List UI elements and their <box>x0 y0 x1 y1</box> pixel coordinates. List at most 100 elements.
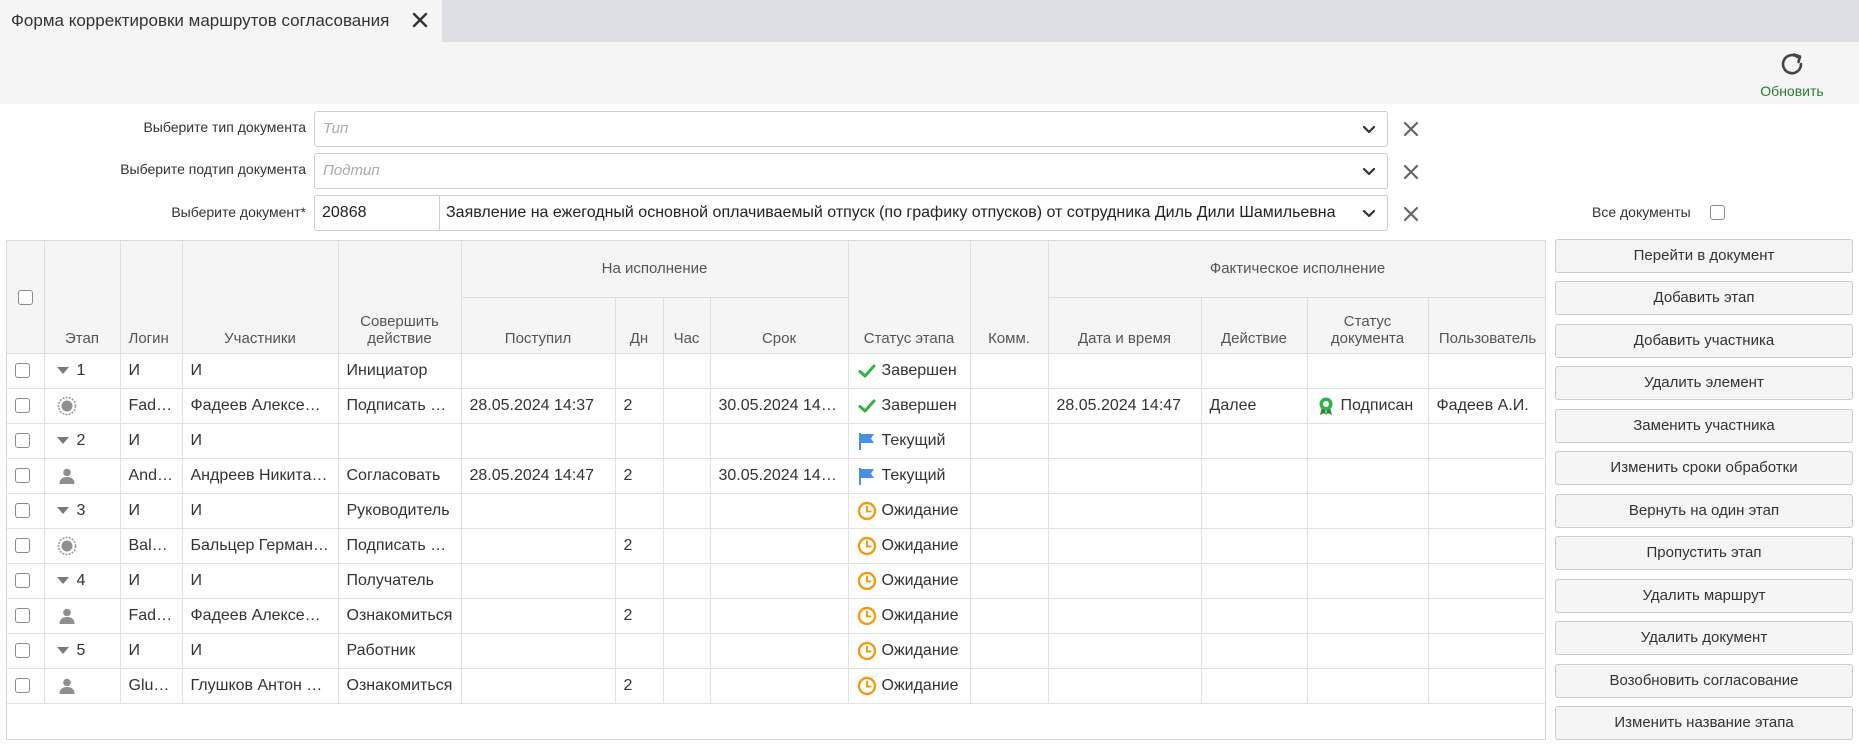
cell-participant: И <box>182 353 339 389</box>
select-all-checkbox[interactable] <box>17 289 33 305</box>
col-participants[interactable]: Участники <box>182 241 339 354</box>
delete-document-button[interactable]: Удалить документ <box>1555 621 1853 655</box>
doc-subtype-select[interactable]: Подтип <box>314 153 1388 189</box>
document-label: Выберите документ* <box>171 204 306 220</box>
table-row[interactable]: Fadeev Фадеев Алексей Иванович Ознакомит… <box>7 598 1545 634</box>
clear-document-icon[interactable] <box>1400 203 1422 225</box>
document-select[interactable]: Заявление на ежегодный основной оплачива… <box>440 195 1388 231</box>
skip-stage-button[interactable]: Пропустить этап <box>1555 536 1853 570</box>
table-row[interactable]: Fadeev Фадеев Алексей Иванович Подписать… <box>7 388 1545 424</box>
resume-approval-button[interactable]: Возобновить согласование <box>1555 664 1853 698</box>
delete-element-button[interactable]: Удалить элемент <box>1555 366 1853 400</box>
cell-login: Fadeev <box>120 388 183 424</box>
table-row[interactable]: Glushkov Глушков Антон Петрович Ознакоми… <box>7 668 1545 704</box>
row-checkbox[interactable] <box>15 362 30 378</box>
col-act[interactable]: Действие <box>1201 297 1308 354</box>
table-row[interactable]: 5 И И Работник Ожидание <box>7 633 1545 669</box>
chevron-down-icon[interactable] <box>1361 206 1377 222</box>
delete-route-button[interactable]: Удалить маршрут <box>1555 579 1853 613</box>
all-documents-toggle[interactable]: Все документы <box>1592 204 1725 220</box>
return-one-stage-button[interactable]: Вернуть на один этап <box>1555 494 1853 528</box>
chevron-down-icon[interactable] <box>1361 164 1377 180</box>
tab-bar: Форма корректировки маршрутов согласован… <box>0 0 1859 42</box>
row-checkbox[interactable] <box>15 677 30 693</box>
table-row[interactable]: 1 И И Инициатор Завершен <box>7 353 1545 389</box>
col-login[interactable]: Логин <box>120 241 183 354</box>
col-deadline[interactable]: Срок <box>710 297 849 354</box>
row-checkbox[interactable] <box>15 502 30 518</box>
cell-deadline <box>710 493 849 529</box>
cell-days <box>615 563 664 599</box>
cell-comment <box>970 353 1049 389</box>
clear-subtype-icon[interactable] <box>1400 161 1422 183</box>
doc-type-placeholder: Тип <box>323 120 349 137</box>
document-number-field[interactable]: 20868 <box>314 195 440 231</box>
document-number: 20868 <box>322 204 367 221</box>
rename-stage-button[interactable]: Изменить название этапа <box>1555 706 1853 740</box>
tab-route-correction[interactable]: Форма корректировки маршрутов согласован… <box>0 0 442 42</box>
award-icon <box>1319 397 1332 415</box>
col-datetime[interactable]: Дата и время <box>1048 297 1202 354</box>
row-checkbox[interactable] <box>15 537 30 553</box>
col-action[interactable]: Совершить действие <box>338 241 462 354</box>
col-stage[interactable]: Этап <box>44 241 121 354</box>
clear-type-icon[interactable] <box>1400 118 1422 140</box>
col-comment[interactable]: Комм. <box>970 241 1049 354</box>
cell-login: И <box>120 423 183 459</box>
col-doc-status-line2: документа <box>1330 329 1405 347</box>
close-icon[interactable] <box>410 10 430 30</box>
col-days[interactable]: Дн <box>615 297 664 354</box>
cell-received <box>461 493 616 529</box>
cell-fact-action <box>1201 458 1308 494</box>
row-checkbox[interactable] <box>15 572 30 588</box>
seal-icon <box>57 536 76 555</box>
cell-hours <box>663 458 711 494</box>
row-checkbox[interactable] <box>15 467 30 483</box>
cell-login: И <box>120 493 183 529</box>
cell-fact-date <box>1048 458 1202 494</box>
col-hours[interactable]: Час <box>663 297 711 354</box>
cell-deadline <box>710 528 849 564</box>
cell-user <box>1428 668 1545 704</box>
table-row[interactable]: Balcer Бальцер Герман Викторович Подписа… <box>7 528 1545 564</box>
col-stage-status[interactable]: Статус этапа <box>848 241 971 354</box>
stage-status-text: Ожидание <box>881 676 959 694</box>
seal-icon <box>57 396 76 415</box>
cell-action <box>338 423 462 459</box>
group-exec-header: На исполнение <box>461 241 849 298</box>
table-row[interactable]: 3 И И Руководитель Ожидание <box>7 493 1545 529</box>
row-checkbox[interactable] <box>15 397 30 413</box>
cell-doc-status <box>1307 423 1429 459</box>
cell-comment <box>970 633 1049 669</box>
change-deadlines-button[interactable]: Изменить сроки обработки <box>1555 451 1853 485</box>
col-received[interactable]: Поступил <box>461 297 616 354</box>
row-checkbox[interactable] <box>15 642 30 658</box>
expand-caret-icon[interactable] <box>56 366 69 374</box>
col-doc-status[interactable]: Статус документа <box>1307 297 1429 354</box>
stage-status-text: Ожидание <box>881 606 959 624</box>
cell-deadline <box>710 598 849 634</box>
row-checkbox[interactable] <box>15 432 30 448</box>
clock-icon <box>857 501 876 520</box>
refresh-label: Обновить <box>1760 83 1824 99</box>
all-documents-checkbox[interactable] <box>1710 205 1725 220</box>
expand-caret-icon[interactable] <box>56 576 69 584</box>
add-participant-button[interactable]: Добавить участника <box>1555 324 1853 358</box>
row-checkbox[interactable] <box>15 607 30 623</box>
expand-caret-icon[interactable] <box>56 646 69 654</box>
refresh-button[interactable]: Обновить <box>1752 47 1832 102</box>
col-user[interactable]: Пользователь <box>1428 297 1545 354</box>
cell-user <box>1428 528 1545 564</box>
add-stage-button[interactable]: Добавить этап <box>1555 281 1853 315</box>
expand-caret-icon[interactable] <box>56 506 69 514</box>
expand-caret-icon[interactable] <box>56 436 69 444</box>
doc-type-select[interactable]: Тип <box>314 111 1388 147</box>
replace-participant-button[interactable]: Заменить участника <box>1555 409 1853 443</box>
cell-hours <box>663 633 711 669</box>
cell-hours <box>663 598 711 634</box>
table-row[interactable]: 4 И И Получатель Ожидание <box>7 563 1545 599</box>
chevron-down-icon[interactable] <box>1361 122 1377 138</box>
table-row[interactable]: Andreev Андреев Никита Сергеевич Согласо… <box>7 458 1545 494</box>
go-to-document-button[interactable]: Перейти в документ <box>1555 239 1853 273</box>
table-row[interactable]: 2 И И Текущий <box>7 423 1545 459</box>
